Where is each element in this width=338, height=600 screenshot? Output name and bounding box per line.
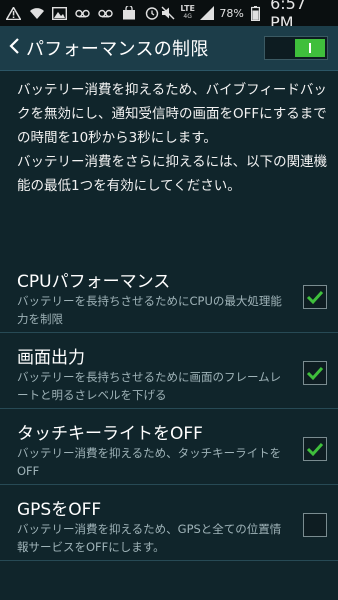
option-title: GPSをOFF [17,500,102,520]
option-checkbox[interactable] [303,285,327,309]
checkmark-icon [306,366,324,381]
option-cpu-performance[interactable]: CPUパフォーマンス バッテリーを長持ちさせるためにCPUの最大処理能力を制限 [0,261,338,333]
recorder-icon [97,6,114,21]
option-summary: バッテリー消費を抑えるため、GPSと全ての位置情報サービスをOFFにします。 [17,522,282,554]
description-para-1: バッテリー消費を抑えるため、バイブフィードバックを無効にし、通知受信時の画面をO… [17,82,327,146]
page-title: パフォーマンスの制限 [26,39,209,60]
status-bar: LTE 4G 78% 6:57 PM [0,0,338,32]
checkmark-icon [306,442,324,457]
option-gps-off[interactable]: GPSをOFF バッテリー消費を抑えるため、GPSと全ての位置情報サービスをOF… [0,489,338,561]
alarm-icon [143,6,160,21]
action-bar: パフォーマンスの制限 [0,26,338,71]
option-title: タッチキーライトをOFF [17,424,203,444]
bag-icon [120,6,137,21]
battery-percent: 78% [219,6,244,20]
network-type: LTE 4G [180,4,196,21]
image-icon [51,6,68,21]
option-summary: バッテリーを長持ちさせるためにCPUの最大処理能力を制限 [17,294,282,326]
option-title: CPUパフォーマンス [17,272,171,292]
recorder-icon [74,6,91,21]
option-screen-output[interactable]: 画面出力 バッテリーを長持ちさせるために画面のフレームレートと明るさレベルを下げ… [0,337,338,409]
signal-icon [199,6,215,21]
description-para-2: バッテリー消費をさらに抑えるには、以下の関連機能の最低1つを有効にしてください。 [17,154,328,194]
back-button[interactable]: パフォーマンスの制限 [0,26,209,70]
wifi-icon [28,6,45,21]
option-summary: バッテリーを長持ちさせるために画面のフレームレートと明るさレベルを下げる [17,370,282,402]
master-switch[interactable] [264,36,328,60]
battery-icon [248,5,264,21]
chevron-left-icon [8,37,20,59]
option-checkbox[interactable] [303,361,327,385]
warning-icon [5,6,22,21]
option-checkbox[interactable] [303,437,327,461]
switch-knob [295,39,325,57]
description: バッテリー消費を抑えるため、バイブフィードバックを無効にし、通知受信時の画面をO… [17,78,329,198]
option-summary: バッテリー消費を抑えるため、タッチキーライトをOFF [17,446,282,478]
switch-on-indicator [309,43,311,53]
option-touch-key-light-off[interactable]: タッチキーライトをOFF バッテリー消費を抑えるため、タッチキーライトをOFF [0,413,338,485]
mute-icon [160,6,176,21]
option-title: 画面出力 [17,348,85,368]
checkmark-icon [306,290,324,305]
option-checkbox[interactable] [303,513,327,537]
